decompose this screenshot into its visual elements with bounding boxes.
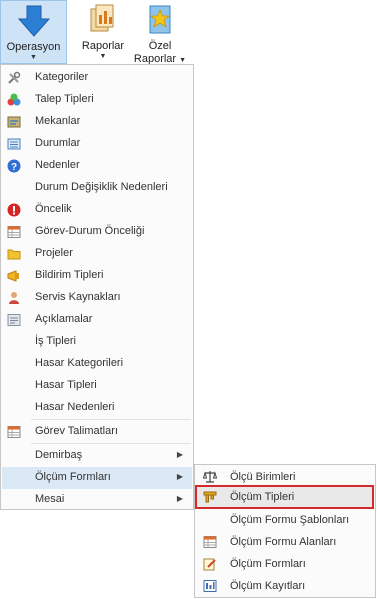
notes-icon — [7, 313, 21, 327]
menu-item-label: Hasar Tipleri — [35, 379, 97, 391]
person-icon — [7, 291, 21, 305]
menu-item-kategoriler[interactable]: Kategoriler — [2, 67, 192, 89]
submenu-item-olcum-kayitlari[interactable]: Ölçüm Kayıtları — [196, 576, 374, 597]
selection-highlight-box — [195, 485, 374, 509]
star-book-icon — [149, 5, 171, 34]
menu-item-label: Bildirim Tipleri — [35, 269, 104, 281]
menu-item-mesai[interactable]: Mesai ▶ — [2, 489, 192, 511]
raporlar-label: Raporlar — [81, 40, 125, 52]
menu-item-servis-kaynaklari[interactable]: Servis Kaynakları — [2, 287, 192, 309]
menu-item-nedenler[interactable]: ? Nedenler — [2, 155, 192, 177]
scale-icon — [202, 470, 218, 484]
operasyon-label: Operasyon — [6, 41, 61, 53]
menu-item-label: Öncelik — [35, 203, 72, 215]
tools-icon — [7, 71, 21, 85]
menu-item-label: Mesai — [35, 493, 65, 505]
submenu-item-label: Ölçüm Kayıtları — [230, 580, 306, 592]
ozel-raporlar-button[interactable]: Özel Raporlar ▼ — [131, 0, 189, 65]
menu-item-oncelik[interactable]: Öncelik — [2, 199, 192, 221]
menu-item-mekanlar[interactable]: Mekanlar — [2, 111, 192, 133]
table-icon — [203, 535, 217, 549]
menu-item-label: İş Tipleri — [35, 335, 76, 347]
submenu-item-label: Ölçüm Formu Şablonları — [230, 514, 350, 526]
chevron-down-icon: ▼ — [30, 54, 37, 61]
menu-item-hasar-kategorileri[interactable]: Hasar Kategorileri — [2, 353, 192, 375]
menu-item-bildirim-tipleri[interactable]: Bildirim Tipleri — [2, 265, 192, 287]
folder-icon — [7, 247, 21, 261]
alert-icon — [7, 203, 21, 217]
menu-item-label: Mekanlar — [35, 115, 81, 127]
submenu-item-label: Ölçüm Formları — [230, 558, 306, 570]
submenu-item-label: Ölçü Birimleri — [230, 471, 296, 483]
operasyon-dropdown-menu: Kategoriler Talep Tipleri Mekanlar Durumlar… — [0, 64, 194, 510]
records-icon — [203, 579, 217, 593]
menu-item-label: Demirbaş — [35, 449, 83, 461]
menu-item-label: Hasar Kategorileri — [35, 357, 124, 369]
chevron-right-icon: ▶ — [176, 450, 183, 459]
menu-item-label: Görev-Durum Önceliği — [35, 225, 145, 237]
menu-item-durumlar[interactable]: Durumlar — [2, 133, 192, 155]
raporlar-button[interactable]: Raporlar ▼ — [80, 0, 126, 64]
chevron-right-icon: ▶ — [176, 494, 183, 503]
shapes-icon — [7, 93, 21, 107]
menu-item-gorev-talimatlari[interactable]: Görev Talimatları — [2, 421, 192, 443]
menu-item-talep-tipleri[interactable]: Talep Tipleri — [2, 89, 192, 111]
menu-item-label: Servis Kaynakları — [35, 291, 121, 303]
menu-item-label: Durumlar — [35, 137, 81, 149]
menu-item-label: Açıklamalar — [35, 313, 93, 325]
menu-item-projeler[interactable]: Projeler — [2, 243, 192, 265]
form-edit-icon — [203, 557, 217, 571]
operasyon-button[interactable]: Operasyon ▼ — [0, 0, 67, 64]
chevron-down-icon: ▼ — [99, 53, 107, 60]
table-icon — [7, 425, 21, 439]
megaphone-icon — [7, 269, 21, 283]
ribbon: Operasyon ▼ Raporlar ▼ Özel Raporlar ▼ — [0, 0, 377, 65]
report-icon — [90, 4, 114, 32]
menu-item-durum-degisiklik-nedenleri[interactable]: Durum Değişiklik Nedenleri — [2, 177, 192, 199]
menu-item-label: Durum Değişiklik Nedenleri — [35, 181, 168, 193]
submenu-item-olcum-formlari[interactable]: Ölçüm Formları — [196, 554, 374, 575]
menu-item-gorev-durum-onceligi[interactable]: Görev-Durum Önceliği — [2, 221, 192, 243]
menu-item-is-tipleri[interactable]: İş Tipleri — [2, 331, 192, 353]
menu-item-label: Hasar Nedenleri — [35, 401, 115, 413]
chevron-right-icon: ▶ — [176, 472, 183, 481]
ozel-label: Özel — [148, 40, 172, 52]
down-arrow-icon — [17, 5, 50, 37]
menu-item-label: Kategoriler — [35, 71, 89, 83]
menu-item-demirbas[interactable]: Demirbaş ▶ — [2, 445, 192, 467]
menu-item-hasar-tipleri[interactable]: Hasar Tipleri — [2, 375, 192, 397]
menu-item-label: Ölçüm Formları — [35, 471, 111, 483]
menu-item-aciklamalar[interactable]: Açıklamalar — [2, 309, 192, 331]
submenu-item-olcum-formu-alanlari[interactable]: Ölçüm Formu Alanları — [196, 532, 374, 553]
menu-item-hasar-nedenleri[interactable]: Hasar Nedenleri — [2, 397, 192, 419]
help-icon: ? — [7, 159, 21, 173]
menu-item-olcum-formlari[interactable]: Ölçüm Formları ▶ — [2, 467, 192, 489]
submenu-item-label: Ölçüm Formu Alanları — [230, 536, 337, 548]
chevron-down-icon: ▼ — [179, 57, 187, 64]
table-icon — [7, 225, 21, 239]
menu-separator — [31, 419, 191, 420]
menu-item-label: Talep Tipleri — [35, 93, 94, 105]
map-icon — [7, 115, 21, 129]
menu-item-label: Nedenler — [35, 159, 80, 171]
list-icon — [7, 137, 21, 151]
menu-item-label: Projeler — [35, 247, 73, 259]
menu-item-label: Görev Talimatları — [35, 425, 118, 437]
menu-separator — [31, 443, 191, 444]
submenu-item-olcum-formu-sablonlari[interactable]: Ölçüm Formu Şablonları — [196, 510, 374, 531]
svg-text:?: ? — [11, 162, 17, 173]
